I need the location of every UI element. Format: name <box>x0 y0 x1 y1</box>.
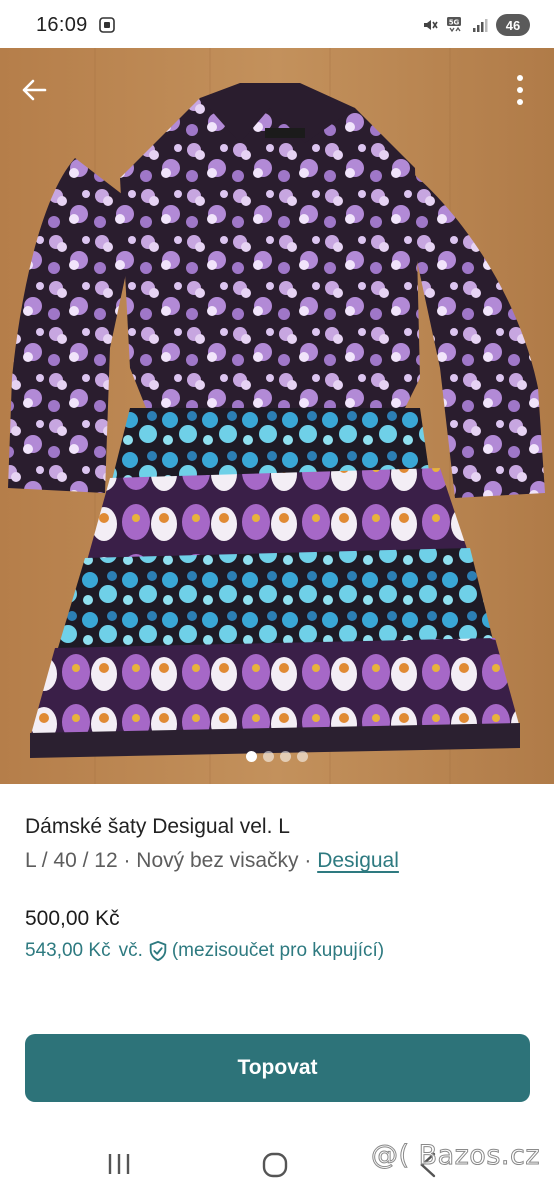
page-dot[interactable] <box>280 751 291 762</box>
listing-title: Dámské šaty Desigual vel. L <box>25 815 290 838</box>
shield-check-icon <box>149 940 167 962</box>
topovat-button[interactable]: Topovat <box>25 1034 530 1102</box>
listing-price: 500,00 Kč <box>25 907 120 930</box>
bazos-watermark: @( Bazos.cz <box>370 1140 540 1172</box>
svg-text:5G: 5G <box>449 19 460 27</box>
buyer-price-row: 543,00 Kč vč. (mezisoučet pro kupující) <box>25 940 384 962</box>
recent-apps-icon[interactable] <box>106 1152 132 1176</box>
buyer-price-note: (mezisoučet pro kupující) <box>171 940 385 961</box>
brand-link[interactable]: Desigual <box>317 849 399 872</box>
listing-attributes: L / 40 / 12 · Nový bez visačky · <box>25 849 312 872</box>
status-time: 16:09 <box>36 14 88 36</box>
battery-indicator: 46 <box>496 14 530 36</box>
more-vertical-icon <box>517 75 523 105</box>
status-icons: 5G 46 <box>421 14 530 36</box>
buyer-price: 543,00 Kč <box>25 940 111 961</box>
product-photo <box>0 48 554 784</box>
system-navigation-bar: @( Bazos.cz <box>0 1126 554 1200</box>
arrow-left-icon <box>22 79 47 101</box>
more-options-button[interactable] <box>500 70 540 110</box>
home-icon[interactable] <box>262 1152 288 1178</box>
signal-icon <box>473 19 488 32</box>
back-button[interactable] <box>14 70 54 110</box>
status-bar: 16:09 5G 46 <box>0 0 554 48</box>
page-dot[interactable] <box>297 751 308 762</box>
page-dot[interactable] <box>263 751 274 762</box>
page-dot-active[interactable] <box>246 751 257 762</box>
mute-icon <box>424 20 438 30</box>
buyer-price-suffix: vč. <box>118 940 143 961</box>
network-5g-icon: 5G <box>447 17 461 33</box>
product-photo-gallery[interactable] <box>0 48 554 784</box>
gallery-page-indicator <box>0 751 554 762</box>
listing-meta: L / 40 / 12 · Nový bez visačky · Desigua… <box>25 849 399 873</box>
screenshot-icon <box>99 17 115 33</box>
